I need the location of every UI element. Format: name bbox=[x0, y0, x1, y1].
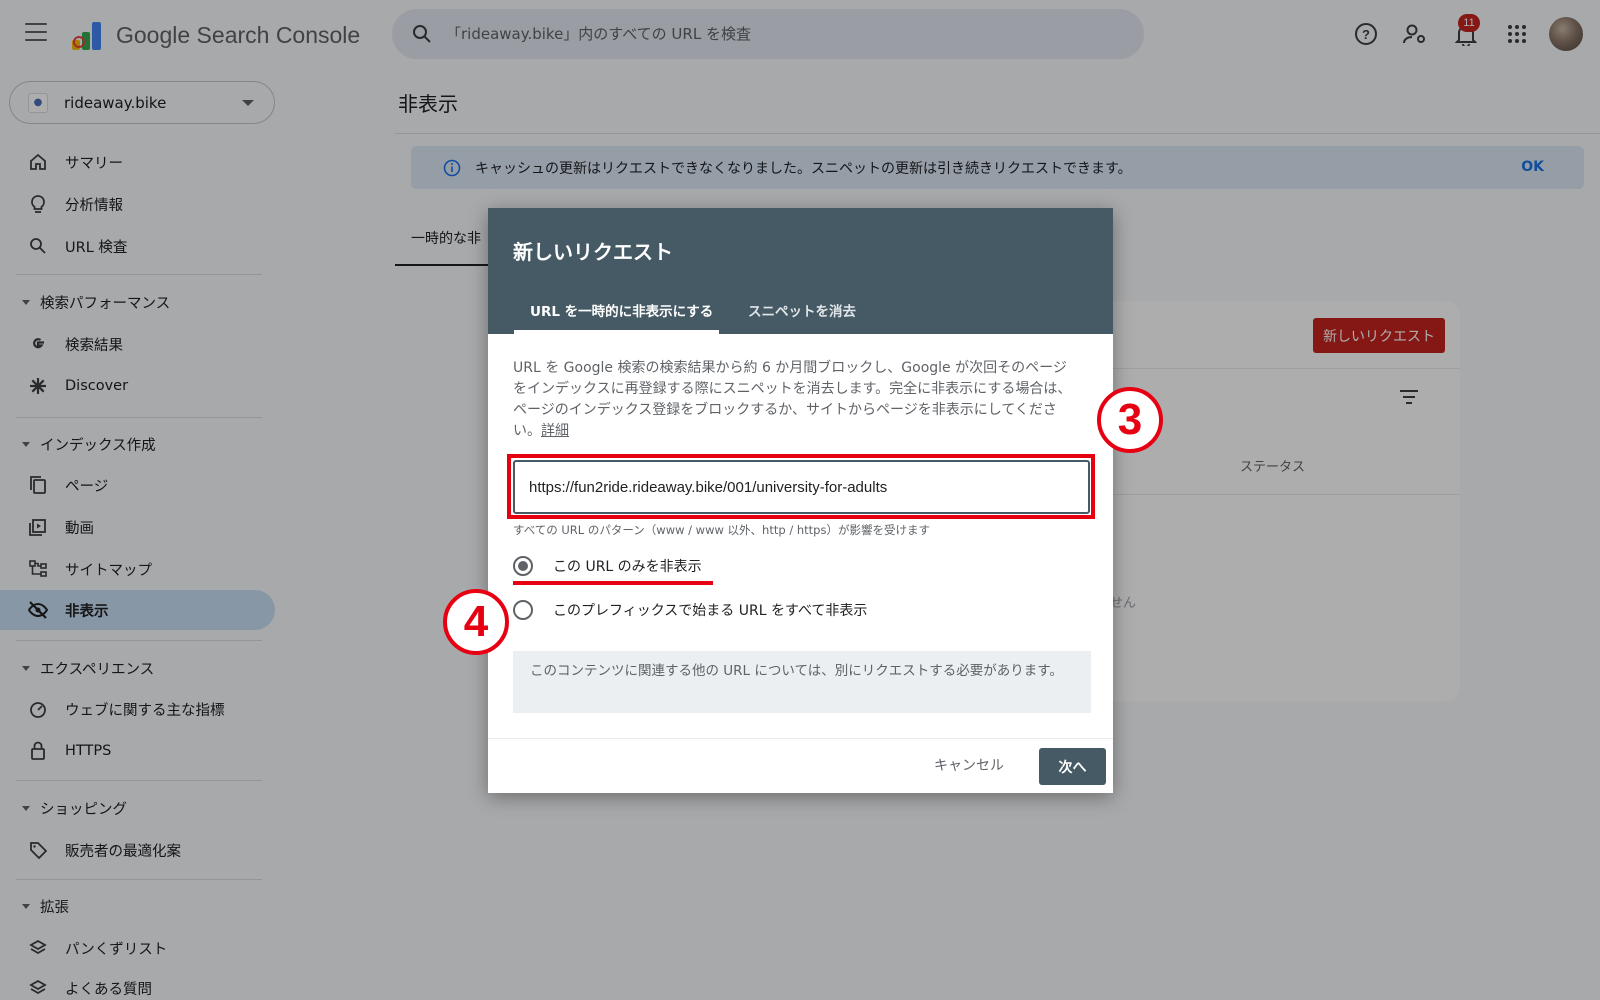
tab-temporarily-remove-url[interactable]: URL を一時的に非表示にする bbox=[530, 300, 713, 320]
new-request-dialog: 新しいリクエスト URL を一時的に非表示にする スニペットを消去 URL を … bbox=[488, 208, 1113, 793]
details-link[interactable]: 詳細 bbox=[541, 423, 569, 439]
next-button[interactable]: 次へ bbox=[1039, 748, 1106, 785]
dialog-footer-divider bbox=[488, 738, 1113, 739]
step-4-callout: 4 bbox=[443, 589, 509, 655]
step-3-callout: 3 bbox=[1097, 387, 1163, 453]
cancel-button[interactable]: キャンセル bbox=[934, 755, 1004, 775]
radio-button[interactable] bbox=[513, 600, 533, 620]
radio-remove-this-url-only[interactable]: この URL のみを非表示 bbox=[513, 554, 702, 578]
dialog-note: このコンテンツに関連する他の URL については、別にリクエストする必要がありま… bbox=[513, 651, 1091, 713]
url-helper-text: すべての URL のパターン（www / www 以外、http / https… bbox=[513, 523, 930, 537]
dialog-title: 新しいリクエスト bbox=[513, 240, 673, 264]
url-input[interactable] bbox=[513, 460, 1090, 514]
radio-remove-prefix[interactable]: このプレフィックスで始まる URL をすべて非表示 bbox=[513, 598, 867, 622]
radio-button-checked[interactable] bbox=[513, 556, 533, 576]
tab-indicator bbox=[514, 330, 719, 334]
tab-clear-cached-snippet[interactable]: スニペットを消去 bbox=[748, 300, 856, 320]
dialog-description: URL を Google 検索の検索結果から約 6 か月間ブロックし、Googl… bbox=[513, 360, 1072, 439]
radio-highlight-underline bbox=[513, 581, 713, 585]
